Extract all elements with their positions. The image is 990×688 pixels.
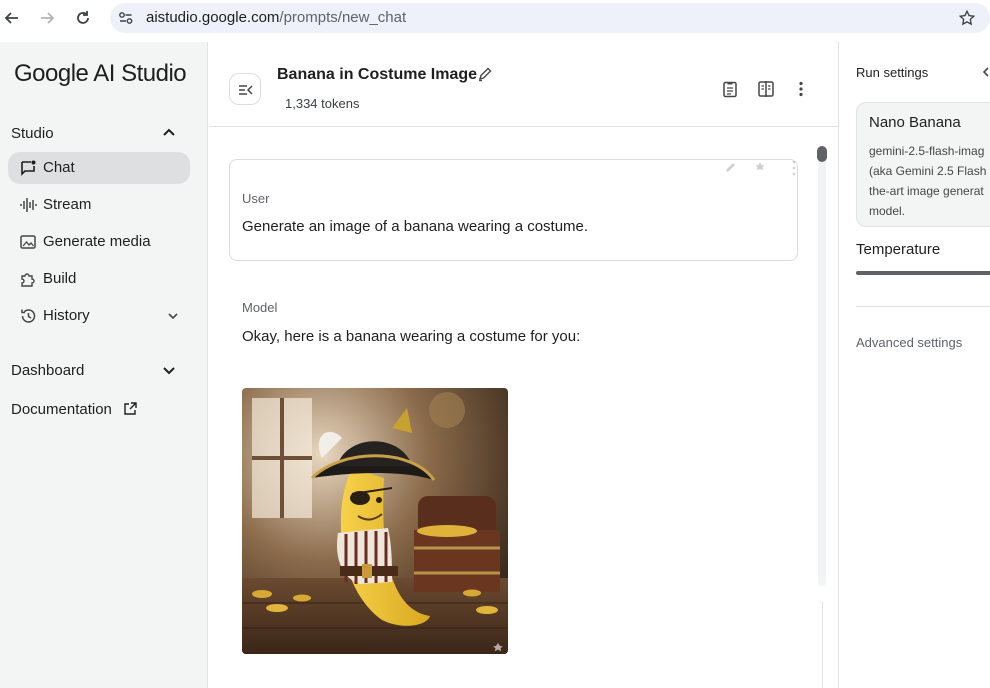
divider [822,602,823,688]
clipboard-icon[interactable] [720,79,740,99]
bookmark-star-icon[interactable] [958,9,976,27]
dashboard-section-label[interactable]: Dashboard [11,362,84,379]
model-description-line: model. [869,204,906,218]
url-host: aistudio.google.com [146,9,280,26]
sidebar-item-build[interactable]: Build [8,263,190,295]
sidebar-item-label: Stream [43,196,92,213]
url-text: aistudio.google.com/prompts/new_chat [146,9,406,26]
scrollbar-thumb[interactable] [817,146,827,162]
model-description-line: gemini-2.5-flash-imag [869,144,985,158]
scrollbar-track[interactable] [818,146,826,586]
external-link-icon[interactable] [123,401,138,416]
address-bar[interactable]: aistudio.google.com/prompts/new_chat [110,3,990,33]
divider [856,306,990,307]
model-name: Nano Banana [869,114,961,131]
stream-icon [20,198,37,212]
url-path: /prompts/new_chat [279,9,407,26]
puzzle-icon [21,273,35,287]
temperature-label: Temperature [856,241,941,258]
user-role-label: User [242,191,270,206]
collapse-sidebar-icon [239,85,253,95]
forward-arrow-icon[interactable] [37,8,57,28]
generated-banana-pirate-image[interactable] [242,388,508,654]
sidebar-item-label: Generate media [43,233,151,250]
sidebar-item-history[interactable]: History [8,300,190,332]
token-count: 1,334 tokens [285,96,360,111]
user-message-text: Generate an image of a banana wearing a … [242,218,589,235]
browser-toolbar: aistudio.google.com/prompts/new_chat [0,0,990,36]
studio-section-label[interactable]: Studio [11,125,54,142]
more-vert-icon[interactable] [791,79,811,99]
user-message-card: User Generate an image of a banana weari… [229,159,798,261]
google-ai-studio-logo[interactable]: Google AI Studio [14,60,187,88]
image-icon [20,235,36,249]
run-settings-title: Run settings [856,65,929,80]
model-message-text: Okay, here is a banana wearing a costume… [242,328,581,345]
chevron-up-icon[interactable] [160,124,178,142]
chat-header: Banana in Costume Image 1,334 tokens [209,42,838,127]
sidebar-item-stream[interactable]: Stream [8,189,190,221]
sidebar-item-label: Chat [43,159,75,176]
message-actions-icon[interactable] [678,158,798,178]
sidebar-item-label: History [43,307,90,324]
edit-title-icon[interactable] [477,66,493,82]
toggle-sidebar-button[interactable] [229,73,261,105]
model-role-label: Model [242,300,278,315]
sidebar-item-generate-media[interactable]: Generate media [8,226,190,258]
history-icon [21,309,36,323]
site-settings-icon[interactable] [118,10,134,26]
model-selector-card[interactable]: Nano Banana gemini-2.5-flash-imag (aka G… [856,102,990,227]
chat-main-panel: Banana in Costume Image 1,334 tokens Use… [209,42,838,688]
run-settings-panel: Run settings Nano Banana gemini-2.5-flas… [838,42,990,688]
chevron-down-icon[interactable] [160,361,178,379]
model-description: gemini-2.5-flash-imag (aka Gemini 2.5 Fl… [869,141,986,221]
chat-icon [21,160,36,176]
sidebar-item-label: Build [43,270,77,287]
page-title: Banana in Costume Image [277,66,478,83]
back-arrow-icon[interactable] [2,8,22,28]
temperature-slider[interactable] [856,271,990,275]
advanced-settings-toggle[interactable]: Advanced settings [856,335,962,350]
model-description-line: (aka Gemini 2.5 Flash [869,164,987,178]
left-sidebar: Google AI Studio Studio Chat Stream Gene… [0,42,208,688]
reload-icon[interactable] [73,8,93,28]
collapse-panel-icon[interactable] [979,65,990,79]
model-description-line: the-art image generat [869,184,984,198]
sidebar-item-chat[interactable]: Chat [8,152,190,184]
compare-icon[interactable] [756,79,776,99]
documentation-link[interactable]: Documentation [11,401,112,418]
chevron-down-icon[interactable] [165,308,181,324]
